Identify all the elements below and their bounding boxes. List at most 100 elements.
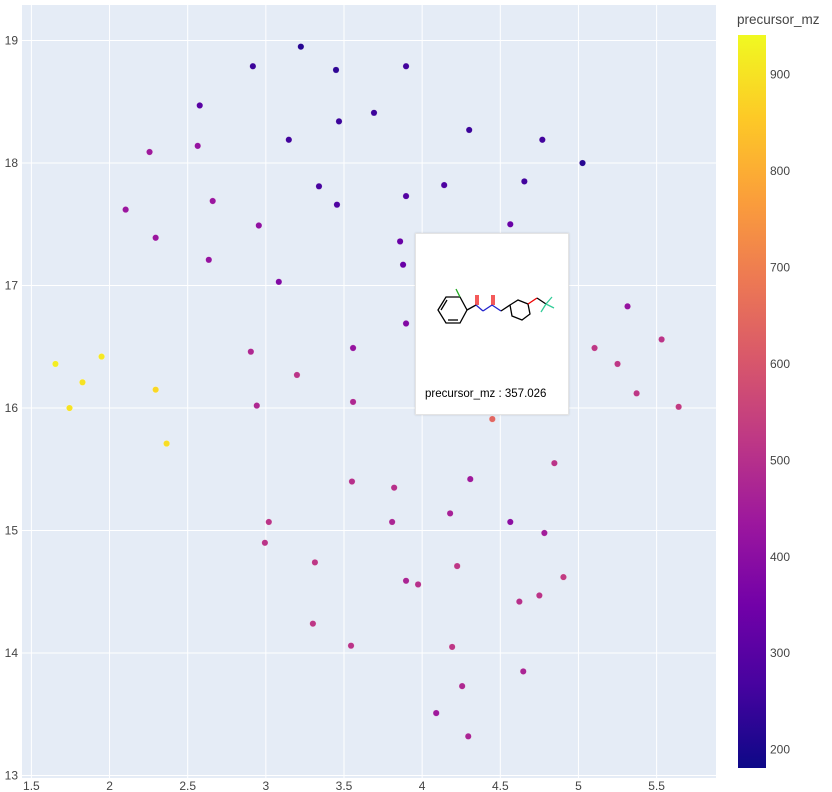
x-tick-label: 5.5 xyxy=(648,779,665,792)
y-tick-label: 17 xyxy=(5,279,19,293)
x-tick-label: 4 xyxy=(419,779,426,792)
data-point[interactable] xyxy=(675,403,683,411)
data-point[interactable] xyxy=(333,201,341,209)
data-point[interactable] xyxy=(152,234,160,242)
data-point[interactable] xyxy=(205,256,213,264)
data-point[interactable] xyxy=(163,440,171,448)
data-point[interactable] xyxy=(247,348,255,356)
plot-background xyxy=(22,5,716,778)
x-tick-label: 2 xyxy=(106,779,113,792)
data-point[interactable] xyxy=(519,667,527,675)
data-point[interactable] xyxy=(624,302,631,310)
data-point[interactable] xyxy=(196,102,204,109)
colorbar-tick-label: 300 xyxy=(770,646,790,660)
data-point[interactable] xyxy=(309,620,317,628)
data-point[interactable] xyxy=(349,398,357,406)
data-point[interactable] xyxy=(453,562,461,570)
data-point[interactable] xyxy=(311,558,319,566)
colorbar-tick-label: 900 xyxy=(770,68,790,82)
data-point[interactable] xyxy=(658,335,666,343)
data-point[interactable] xyxy=(515,598,523,606)
tooltip-text: precursor_mz : 357.026 xyxy=(425,388,547,400)
data-point[interactable] xyxy=(348,478,356,485)
data-point[interactable] xyxy=(349,344,357,352)
data-point[interactable] xyxy=(579,159,586,167)
data-point[interactable] xyxy=(347,642,355,650)
data-point[interactable] xyxy=(402,192,410,200)
data-point[interactable] xyxy=(122,206,130,214)
x-tick-label: 5 xyxy=(575,779,582,792)
data-point[interactable] xyxy=(51,360,59,368)
data-point[interactable] xyxy=(396,237,404,245)
data-point[interactable] xyxy=(146,148,153,156)
data-point[interactable] xyxy=(466,475,474,483)
data-point[interactable] xyxy=(265,518,273,526)
data-point[interactable] xyxy=(297,43,305,51)
data-point[interactable] xyxy=(209,197,217,205)
data-point[interactable] xyxy=(440,181,448,189)
data-point[interactable] xyxy=(370,109,378,117)
data-point[interactable] xyxy=(255,222,263,229)
data-point[interactable] xyxy=(388,518,396,526)
data-point[interactable] xyxy=(332,66,340,74)
data-point[interactable] xyxy=(506,518,514,526)
colorbar-tick-label: 600 xyxy=(770,357,790,371)
data-point[interactable] xyxy=(335,117,343,125)
data-point[interactable] xyxy=(315,182,323,190)
data-point[interactable] xyxy=(540,529,548,537)
data-point[interactable] xyxy=(390,484,398,492)
data-point[interactable] xyxy=(465,126,473,134)
data-point[interactable] xyxy=(458,682,466,690)
data-point[interactable] xyxy=(520,177,528,185)
x-axis: 1.5 2 2.5 3 3.5 4 4.5 5 5.5 xyxy=(23,779,665,792)
data-point[interactable] xyxy=(448,643,456,651)
y-tick-label: 18 xyxy=(5,156,19,170)
data-point[interactable] xyxy=(414,580,422,588)
data-point[interactable] xyxy=(464,732,472,740)
data-point[interactable] xyxy=(194,142,202,150)
colorbar xyxy=(738,35,766,768)
data-point[interactable] xyxy=(488,415,496,423)
colorbar-title: precursor_mz xyxy=(737,12,820,27)
x-tick-label: 1.5 xyxy=(23,779,40,792)
data-point[interactable] xyxy=(98,353,106,361)
data-point[interactable] xyxy=(446,509,454,517)
data-point[interactable] xyxy=(535,592,543,599)
colorbar-tick-label: 500 xyxy=(770,453,790,467)
x-tick-label: 4.5 xyxy=(492,779,509,792)
colorbar-tick-label: 800 xyxy=(770,164,790,178)
data-point[interactable] xyxy=(432,709,440,717)
y-tick-label: 19 xyxy=(5,34,19,48)
colorbar-tick-label: 400 xyxy=(770,550,790,564)
y-axis: 13 14 15 16 17 18 19 xyxy=(5,34,19,783)
x-tick-label: 2.5 xyxy=(179,779,196,792)
y-tick-label: 16 xyxy=(5,401,19,415)
data-point[interactable] xyxy=(402,577,410,585)
x-tick-label: 3.5 xyxy=(336,779,353,792)
data-point[interactable] xyxy=(152,386,160,394)
data-point[interactable] xyxy=(538,136,546,144)
data-point[interactable] xyxy=(275,278,283,286)
data-point[interactable] xyxy=(253,402,261,410)
colorbar-ticks: 200 300 400 500 600 700 800 900 xyxy=(770,68,790,757)
data-point[interactable] xyxy=(591,344,598,352)
data-point[interactable] xyxy=(402,320,410,327)
data-point[interactable] xyxy=(550,459,558,467)
data-point[interactable] xyxy=(633,389,641,397)
data-point[interactable] xyxy=(249,62,257,70)
data-point[interactable] xyxy=(293,371,301,379)
colorbar-tick-label: 700 xyxy=(770,260,790,274)
molecule-structure-image xyxy=(424,242,560,380)
y-tick-label: 15 xyxy=(5,524,19,538)
data-point[interactable] xyxy=(614,360,621,368)
data-point[interactable] xyxy=(559,573,567,581)
data-point[interactable] xyxy=(506,220,514,228)
colorbar-tick-label: 200 xyxy=(770,743,790,757)
data-point[interactable] xyxy=(399,261,407,269)
y-tick-label: 14 xyxy=(5,646,19,660)
data-point[interactable] xyxy=(402,62,410,70)
data-point[interactable] xyxy=(285,136,293,144)
data-point[interactable] xyxy=(79,378,86,386)
data-point[interactable] xyxy=(66,404,73,412)
data-point[interactable] xyxy=(261,539,269,547)
